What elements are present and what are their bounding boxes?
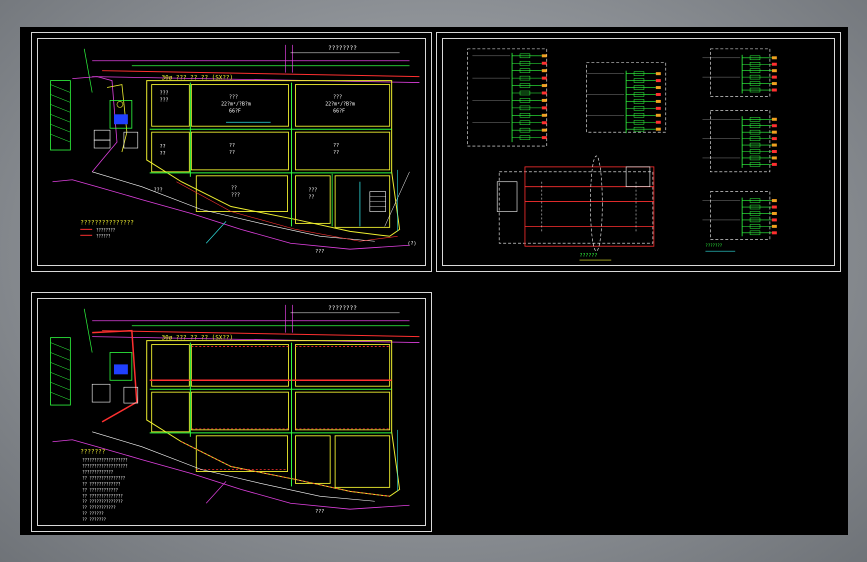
s3-legend-item: ?? ?????? <box>82 511 103 516</box>
s2-title: ?????? <box>579 253 597 259</box>
s1-legend-title: ??????????????? <box>80 219 134 226</box>
s1-b2-line2: ?? <box>160 151 166 157</box>
s3-road-label: ??? <box>315 509 324 515</box>
s1-top-right-label: ???????? <box>328 45 357 52</box>
s1-compass: (?) <box>408 241 417 247</box>
s1-b7-line2: ??? <box>231 193 240 199</box>
s1-b3-line2: 22?m²/?B?m <box>221 101 251 107</box>
s3-top-right-label: ???????? <box>328 305 357 312</box>
s1-road-label2: ??? <box>315 249 324 255</box>
s3-legend-item: ?? ?????????????? <box>82 499 122 504</box>
s3-legend-item: ?? ????????????? <box>82 481 120 486</box>
s3-legend-item: ?? ??????????????? <box>82 475 125 480</box>
s3-legend-item: ?? ?????????????? <box>82 493 122 498</box>
s1-b4-line1: ??? <box>333 94 342 100</box>
s3-legend: ????????????????????????????????????????… <box>82 458 127 523</box>
pipeline-plan-drawing: 30ø ??? ?? ?? (SX??) ???????? ??? ??????… <box>50 305 420 523</box>
s1-b6-line2: ?? <box>333 150 339 156</box>
s3-legend-item: ????????????? <box>82 469 113 474</box>
distribution-diagrams: ?????? ??????? <box>467 48 777 261</box>
site-plan-drawing: 30ø ??? ?? ?? (SX??) ???????? ??? ??? ??… <box>50 45 420 255</box>
s1-b8-line1: ??? <box>308 188 317 194</box>
s1-legend-item-2: ?????? <box>96 233 110 238</box>
s1-b2-line1: ?? <box>160 144 166 150</box>
site-plan-sheet[interactable]: 30ø ??? ?? ?? (SX??) ???????? ??? ??? ??… <box>31 32 432 272</box>
s3-top-label: 30ø ??? ?? ?? (SX??) <box>162 335 234 342</box>
s3-legend-item: ??????????????????? <box>82 458 127 463</box>
s1-b4-line3: 66?F <box>333 108 345 114</box>
s1-b3-line1: ??? <box>229 94 238 100</box>
s1-b8-line2: ?? <box>308 195 314 201</box>
drawing-canvas[interactable]: 30ø ??? ?? ?? (SX??) ???????? ??? ??? ??… <box>20 27 848 535</box>
s3-legend-title: ??????? <box>80 449 105 456</box>
s1-b4-line2: 22?m²/?B?m <box>325 101 355 107</box>
distribution-diagram-sheet[interactable]: ?????? ??????? <box>436 32 841 272</box>
s1-b5-line1: ?? <box>229 143 235 149</box>
s1-b7-line1: ?? <box>231 186 237 192</box>
s1-legend-item-1: ???????? <box>96 227 115 232</box>
s1-b6-line1: ?? <box>333 143 339 149</box>
s3-legend-item: ??????????????????? <box>82 464 127 469</box>
s1-road-label: ??? <box>154 188 163 194</box>
s3-legend-item: ?? ???????????? <box>82 487 118 492</box>
s1-b3-line3: 66?F <box>229 108 241 114</box>
s2-note: ??????? <box>705 243 722 248</box>
s1-b5-line2: ?? <box>229 150 235 156</box>
s3-legend-item: ?? ??????????? <box>82 505 115 510</box>
s1-b1-line1: ??? <box>160 90 169 96</box>
s3-legend-item: ?? ??????? <box>82 517 106 522</box>
s1-b1-line2: ??? <box>160 97 169 103</box>
s1-top-label: 30ø ??? ?? ?? (SX??) <box>162 75 234 82</box>
pipeline-plan-sheet[interactable]: 30ø ??? ?? ?? (SX??) ???????? ??? ??????… <box>31 292 432 532</box>
